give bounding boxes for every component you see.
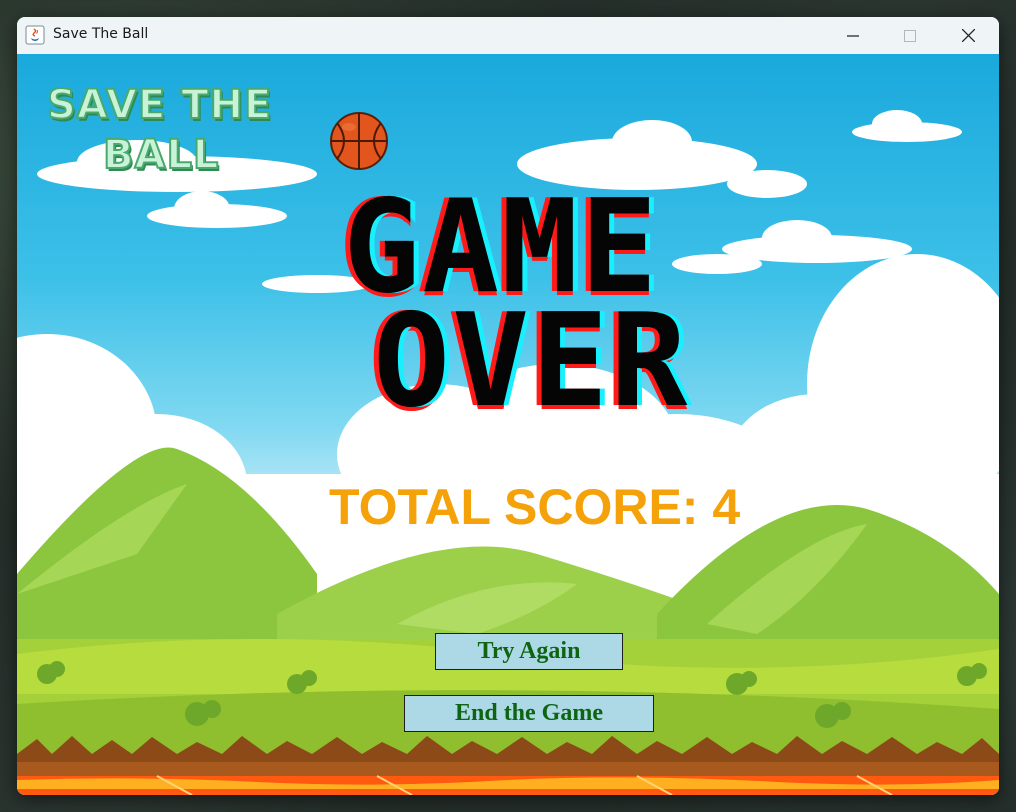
minimize-button[interactable] bbox=[824, 17, 882, 54]
game-logo: SAVE THE BALL bbox=[43, 81, 388, 212]
total-score-label: TOTAL SCORE: 4 bbox=[329, 479, 741, 535]
end-game-button[interactable]: End the Game bbox=[404, 695, 654, 732]
title-bar[interactable]: Save The Ball bbox=[17, 17, 999, 54]
close-button[interactable] bbox=[939, 17, 997, 54]
game-canvas: SAVE THE BALL GAME OVER TOTAL SCORE: 4 T… bbox=[17, 54, 999, 795]
basketball-icon bbox=[330, 112, 388, 170]
window-title: Save The Ball bbox=[53, 26, 149, 42]
logo-text-line2: BALL bbox=[102, 131, 220, 179]
app-window: Save The Ball SAVE THE BALL GAME OVER TO… bbox=[17, 17, 999, 795]
game-over-heading-line2: OVER bbox=[373, 287, 690, 436]
java-app-icon bbox=[25, 25, 45, 45]
logo-text-line1: SAVE THE bbox=[46, 81, 273, 129]
maximize-button[interactable] bbox=[881, 17, 939, 54]
close-icon bbox=[961, 29, 975, 42]
minimize-icon bbox=[847, 34, 859, 37]
try-again-button[interactable]: Try Again bbox=[435, 633, 623, 670]
maximize-icon bbox=[904, 29, 916, 42]
